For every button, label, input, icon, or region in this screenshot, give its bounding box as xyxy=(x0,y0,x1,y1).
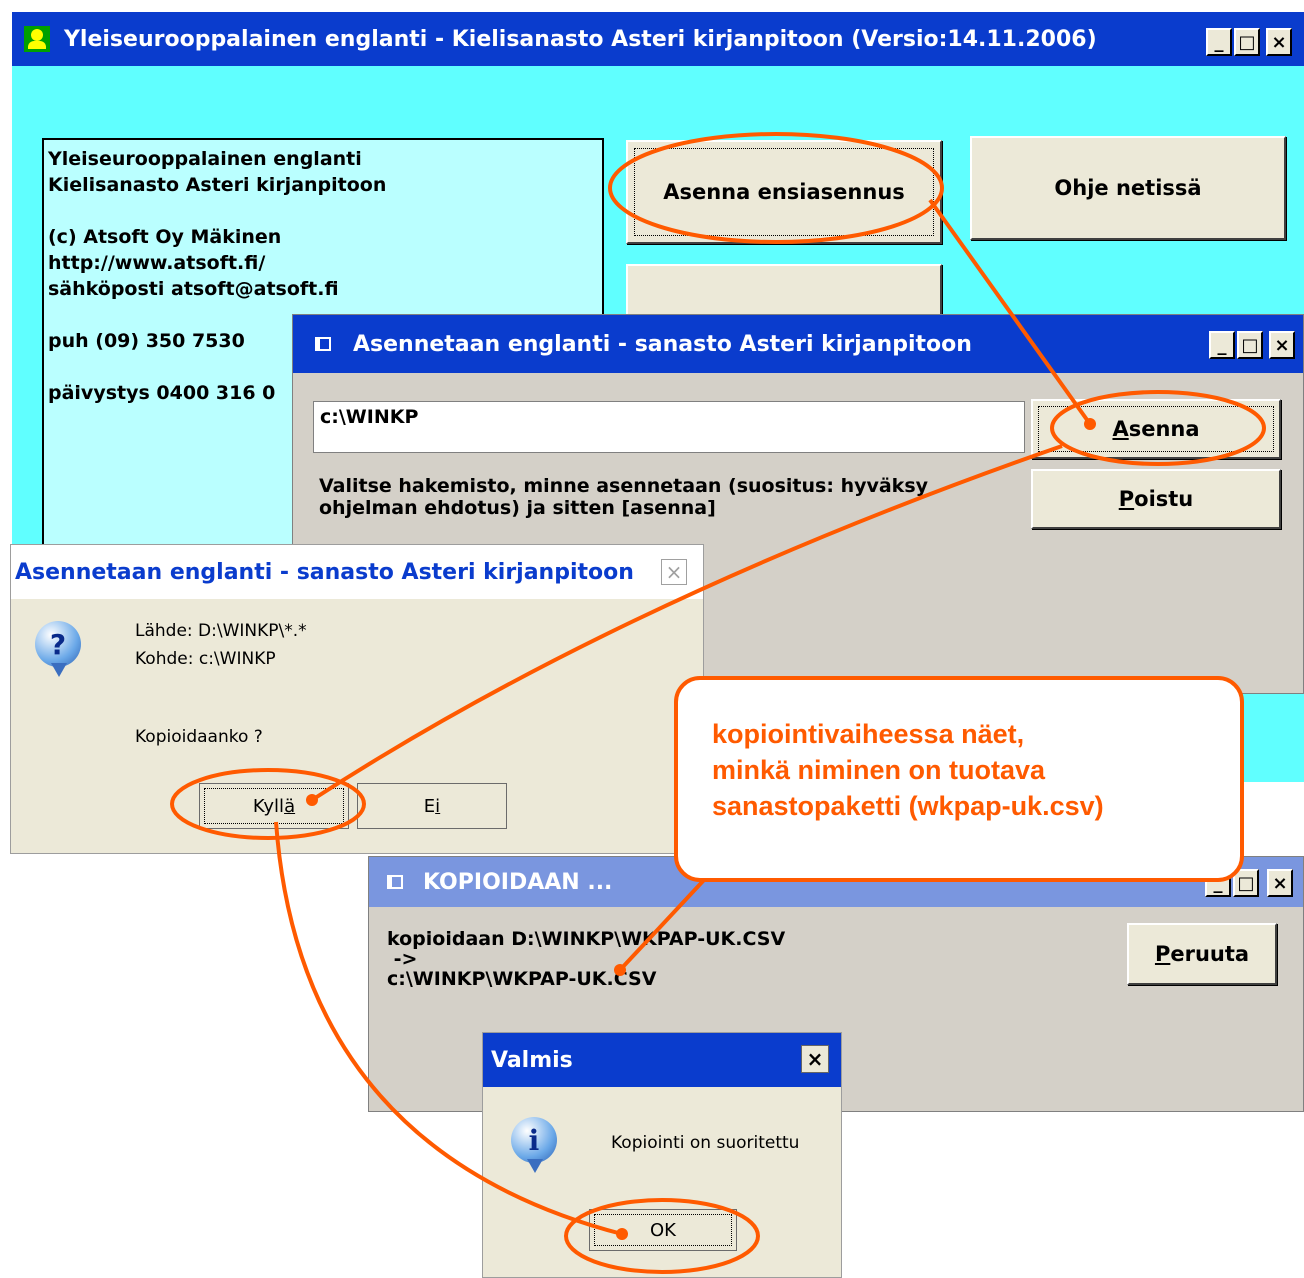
connector-line xyxy=(310,444,1063,802)
highlight-ellipse xyxy=(564,1198,760,1274)
highlight-ellipse xyxy=(1050,390,1266,466)
connector-dot xyxy=(1084,418,1096,430)
annotation-overlay xyxy=(170,132,1266,1274)
highlight-ellipse xyxy=(608,132,944,244)
connector-line xyxy=(274,821,623,1236)
connector-dot xyxy=(306,794,318,806)
connector-dot xyxy=(614,964,626,976)
connector-line xyxy=(618,878,706,972)
connector-line xyxy=(928,198,1092,426)
highlight-ellipse xyxy=(170,768,366,840)
connector-dot xyxy=(616,1228,628,1240)
